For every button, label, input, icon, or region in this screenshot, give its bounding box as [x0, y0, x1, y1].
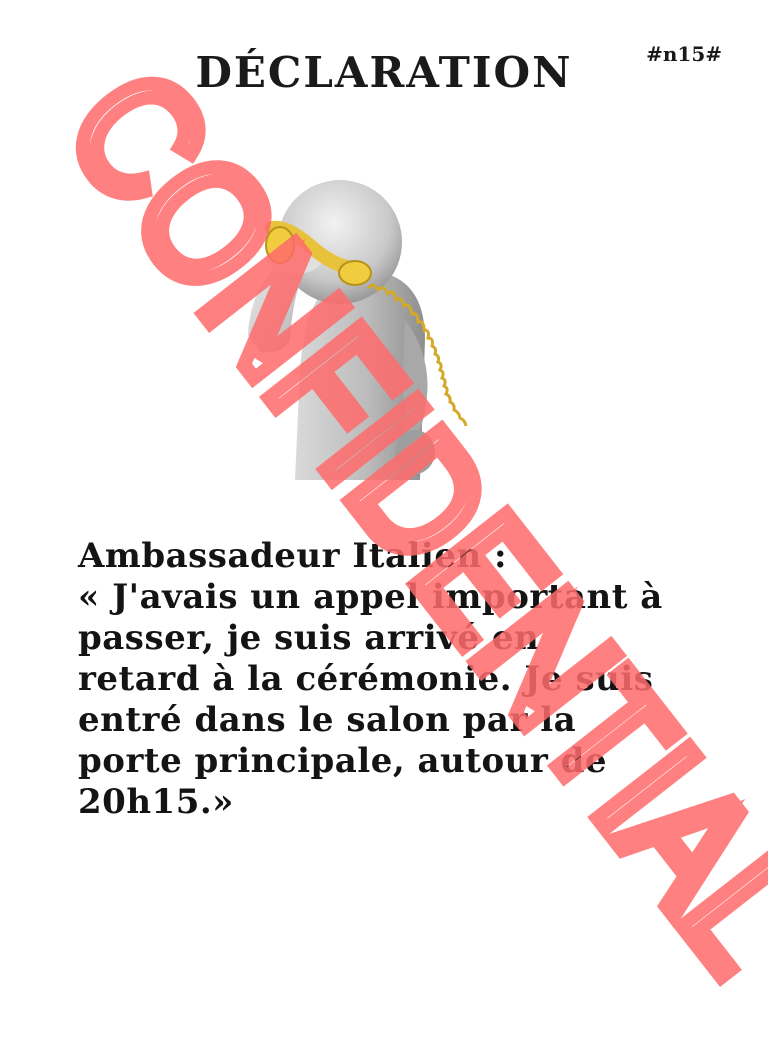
statement-line: entré dans le salon par la [78, 700, 577, 740]
statement-line: passer, je suis arrivé en [78, 618, 540, 658]
statement-line: « J'avais un appel important à [78, 577, 663, 617]
statement-line: 20h15.» [78, 782, 234, 822]
declaration-card: DÉCLARATION #n15# Ambassadeur Italien: … [0, 0, 768, 1063]
statement-line: porte principale, autour de [78, 741, 608, 781]
card-code: #n15# [646, 42, 722, 66]
speaker-label: Ambassadeur Italien : [78, 536, 508, 576]
statement-text: Ambassadeur Italien : « J'avais un appel… [78, 536, 718, 823]
person-on-phone-icon [220, 170, 550, 480]
confidential-watermark: CONFIDENTIAL [24, 29, 768, 1011]
statement-line: retard à la cérémonie. Je suis [78, 659, 654, 699]
